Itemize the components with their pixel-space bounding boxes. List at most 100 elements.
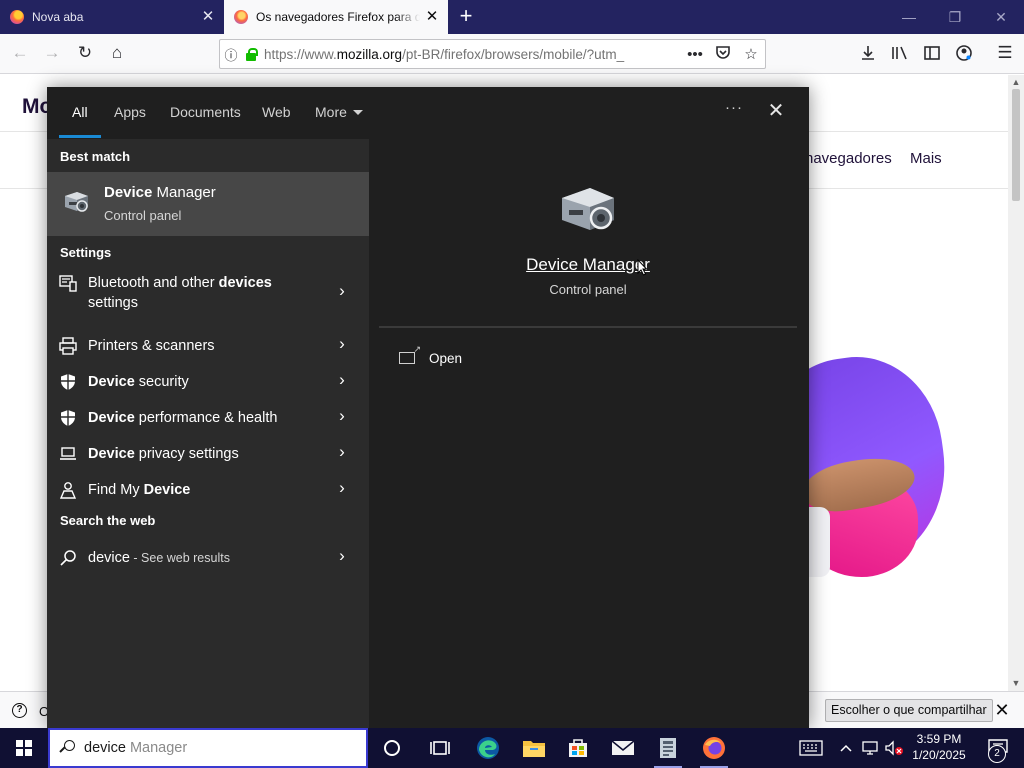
window-close-icon[interactable]: ✕ xyxy=(978,0,1024,34)
minimize-icon[interactable]: — xyxy=(886,0,932,34)
microsoft-store-icon[interactable] xyxy=(556,728,600,768)
bookmark-star-icon[interactable]: ☆ xyxy=(737,45,765,63)
sidebar-icon[interactable] xyxy=(917,38,947,68)
search-filter-tabs: All Apps Documents Web More ··· ✕ xyxy=(47,87,809,139)
notification-count-badge: 2 xyxy=(988,745,1006,763)
open-action[interactable]: Open xyxy=(399,344,462,369)
page-scrollbar[interactable]: ▲ ▼ xyxy=(1008,75,1024,691)
result-label: Device privacy settings xyxy=(88,446,239,462)
settings-result-bluetooth[interactable]: Bluetooth and other devices settings › xyxy=(47,271,369,319)
search-results-list: Best match Device Manager Control panel … xyxy=(47,139,369,728)
tab-new-tab[interactable]: Nova aba ✕ xyxy=(0,0,224,34)
scrollbar-thumb[interactable] xyxy=(1012,89,1020,201)
chevron-right-icon[interactable]: › xyxy=(330,546,354,566)
notification-close-icon[interactable]: ✕ xyxy=(990,698,1014,722)
new-tab-plus-icon[interactable]: + xyxy=(452,0,480,34)
open-icon xyxy=(399,344,421,364)
more-options-icon[interactable]: ··· xyxy=(719,99,749,116)
share-choice-button[interactable]: Escolher o que compartilhar xyxy=(825,699,993,722)
chevron-right-icon[interactable]: › xyxy=(330,442,354,462)
device-manager-taskbar-icon[interactable] xyxy=(646,728,690,768)
cortana-icon[interactable] xyxy=(370,728,414,768)
best-match-result[interactable]: Device Manager Control panel xyxy=(47,172,369,236)
task-view-icon[interactable] xyxy=(418,728,462,768)
forward-arrow-icon[interactable]: → xyxy=(37,38,67,68)
pocket-icon[interactable] xyxy=(709,44,737,64)
settings-result-device-security[interactable]: Device security › xyxy=(47,364,369,400)
firefox-taskbar-icon[interactable] xyxy=(692,728,736,768)
search-autocomplete-text: Manager xyxy=(125,740,188,756)
best-match-subtitle: Control panel xyxy=(104,208,182,223)
mouse-cursor-icon xyxy=(637,259,647,276)
result-label: Find My Device xyxy=(88,482,191,498)
windows-logo-icon xyxy=(16,740,32,756)
tab-title: Os navegadores Firefox para dispositivos… xyxy=(256,10,420,24)
search-web-heading: Search the web xyxy=(60,513,156,528)
chevron-right-icon[interactable]: › xyxy=(330,281,354,301)
scroll-up-icon[interactable]: ▲ xyxy=(1008,77,1024,87)
tab-web[interactable]: Web xyxy=(262,104,291,120)
restore-icon[interactable]: ❐ xyxy=(932,0,978,34)
result-label: Device security xyxy=(88,374,189,390)
settings-heading: Settings xyxy=(60,245,112,260)
settings-result-printers[interactable]: Printers & scanners › xyxy=(47,328,369,364)
firefox-favicon-icon xyxy=(234,10,248,24)
tab-firefox-mobile[interactable]: Os navegadores Firefox para dispositivos… xyxy=(224,0,448,34)
device-manager-icon xyxy=(65,192,88,212)
library-icon[interactable] xyxy=(885,38,915,68)
tab-title: Nova aba xyxy=(32,10,84,24)
hero-sleeve-image xyxy=(806,507,830,577)
account-icon[interactable] xyxy=(949,38,979,68)
result-preview-pane: Device Manager Control panel Open xyxy=(379,151,797,728)
browser-tab-bar: Nova aba ✕ Os navegadores Firefox para d… xyxy=(0,0,1024,34)
chevron-right-icon[interactable]: › xyxy=(330,334,354,354)
result-label: Printers & scanners xyxy=(88,338,215,354)
page-nav-item[interactable]: navegadores xyxy=(805,150,892,167)
page-actions-dots-icon[interactable]: ••• xyxy=(681,46,709,63)
best-match-heading: Best match xyxy=(60,149,131,164)
firefox-favicon-icon xyxy=(10,10,24,24)
chevron-right-icon[interactable]: › xyxy=(330,478,354,498)
downloads-icon[interactable] xyxy=(853,38,883,68)
device-manager-icon xyxy=(562,188,614,230)
preview-title[interactable]: Device Manager xyxy=(379,255,797,275)
home-icon[interactable]: ⌂ xyxy=(102,38,132,68)
tab-more[interactable]: More xyxy=(315,104,363,120)
tab-documents[interactable]: Documents xyxy=(170,104,241,120)
url-bar[interactable]: ⓘ https://www.mozilla.org/pt-BR/firefox/… xyxy=(219,39,766,69)
file-explorer-icon[interactable] xyxy=(512,728,556,768)
start-button[interactable] xyxy=(0,728,48,768)
laptop-privacy-icon xyxy=(60,447,76,460)
volume-muted-icon[interactable] xyxy=(883,728,905,768)
close-tab-icon[interactable]: ✕ xyxy=(196,0,220,34)
bluetooth-devices-icon xyxy=(59,275,77,292)
search-icon xyxy=(60,740,76,756)
tab-apps[interactable]: Apps xyxy=(114,104,146,120)
settings-result-device-privacy[interactable]: Device privacy settings › xyxy=(47,436,369,472)
web-result-device[interactable]: device - See web results › xyxy=(47,540,369,576)
url-text[interactable]: https://www.mozilla.org/pt-BR/firefox/br… xyxy=(264,47,681,62)
back-arrow-icon[interactable]: ← xyxy=(5,38,35,68)
menu-hamburger-icon[interactable]: ☰ xyxy=(990,38,1020,68)
settings-result-find-my-device[interactable]: Find My Device › xyxy=(47,472,369,508)
reload-icon[interactable]: ↻ xyxy=(70,38,100,68)
mail-icon[interactable] xyxy=(601,728,645,768)
page-nav-item[interactable]: Mais xyxy=(910,150,942,167)
settings-result-device-performance[interactable]: Device performance & health › xyxy=(47,400,369,436)
close-tab-icon[interactable]: ✕ xyxy=(420,0,444,34)
chevron-right-icon[interactable]: › xyxy=(330,406,354,426)
chevron-up-icon[interactable] xyxy=(836,728,856,768)
chevron-right-icon[interactable]: › xyxy=(330,370,354,390)
edge-browser-icon[interactable] xyxy=(466,728,510,768)
help-icon[interactable]: ? xyxy=(12,703,27,718)
close-icon[interactable]: ✕ xyxy=(763,97,789,125)
network-icon[interactable] xyxy=(859,728,881,768)
taskbar-search-box[interactable]: device Manager xyxy=(48,728,368,768)
taskbar-clock[interactable]: 3:59 PM 1/20/2025 xyxy=(905,731,973,763)
info-icon[interactable]: ⓘ xyxy=(220,45,242,64)
start-search-panel: All Apps Documents Web More ··· ✕ Best m… xyxy=(47,87,809,728)
scroll-down-icon[interactable]: ▼ xyxy=(1008,678,1024,688)
result-label: Device performance & health xyxy=(88,410,278,426)
tab-all[interactable]: All xyxy=(72,104,88,120)
keyboard-icon[interactable] xyxy=(795,728,827,768)
